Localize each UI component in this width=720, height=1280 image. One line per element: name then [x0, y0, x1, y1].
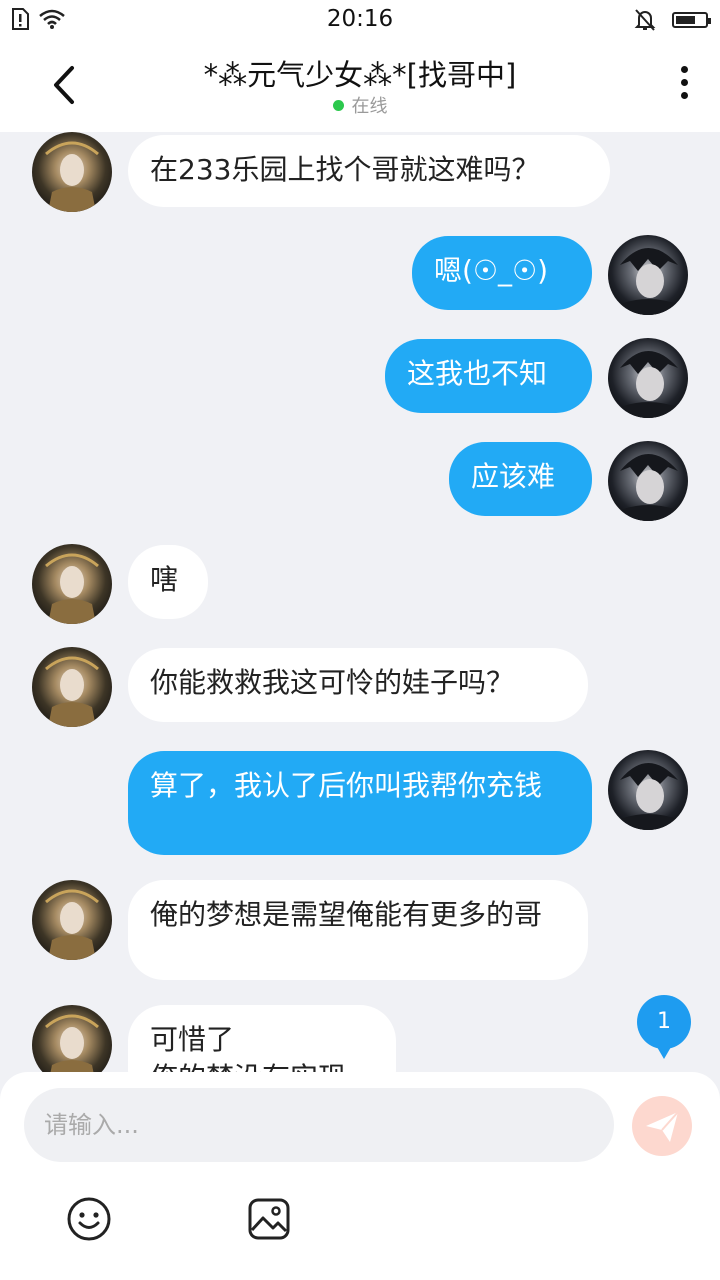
more-dot — [680, 92, 688, 99]
status-time: 20:16 — [326, 6, 394, 32]
message-bubble-outgoing[interactable]: 算了，我认了后你叫我帮你充钱 — [128, 751, 592, 855]
contact-avatar[interactable] — [32, 1005, 112, 1072]
message-bubble-incoming[interactable]: 你能救救我这可怜的娃子吗？ — [128, 648, 588, 722]
bell-off-icon — [634, 9, 656, 31]
message-bubble-incoming[interactable]: 俺的梦想是需望俺能有更多的哥 — [128, 880, 588, 980]
message-list[interactable]: 在233乐园上找个哥就这难吗？ 嗯(☉_☉) 这我也不知 应该难 嗐 你能救救我… — [0, 132, 720, 1072]
contact-avatar[interactable] — [32, 544, 112, 624]
online-status: 在线 — [0, 92, 720, 118]
message-bubble-outgoing[interactable]: 应该难 — [449, 442, 592, 516]
message-bubble-incoming[interactable]: 可惜了 俺的梦没有实现 — [128, 1005, 396, 1072]
chat-header: *⁂元气少女⁂*[找哥中] 在线 — [0, 40, 720, 132]
contact-avatar[interactable] — [32, 647, 112, 727]
send-button[interactable] — [632, 1096, 692, 1156]
image-picker-button[interactable] — [246, 1196, 292, 1242]
more-dot — [680, 79, 688, 86]
user-avatar[interactable] — [608, 750, 688, 830]
online-status-text: 在线 — [351, 96, 388, 117]
message-bubble-outgoing[interactable]: 嗯(☉_☉) — [412, 236, 592, 310]
message-bubble-outgoing[interactable]: 这我也不知 — [385, 339, 592, 413]
user-avatar[interactable] — [608, 235, 688, 315]
message-bubble-incoming[interactable]: 在233乐园上找个哥就这难吗？ — [128, 135, 610, 207]
battery-icon — [672, 12, 711, 28]
status-bar: 20:16 — [0, 0, 720, 40]
contact-avatar[interactable] — [32, 132, 112, 212]
contact-avatar[interactable] — [32, 880, 112, 960]
composer-panel — [0, 1072, 720, 1280]
more-dot — [680, 66, 688, 73]
status-right-icons — [634, 8, 711, 32]
user-avatar[interactable] — [608, 441, 688, 521]
user-avatar[interactable] — [608, 338, 688, 418]
online-dot-icon — [332, 100, 344, 111]
send-icon — [646, 1111, 679, 1142]
message-input[interactable] — [24, 1088, 614, 1162]
message-bubble-incoming[interactable]: 嗐 — [128, 545, 208, 619]
emoji-button[interactable] — [66, 1196, 112, 1242]
more-options-button[interactable] — [676, 66, 692, 106]
unread-count-badge[interactable]: 1 — [637, 995, 691, 1059]
chat-title: *⁂元气少女⁂*[找哥中] — [203, 58, 517, 92]
